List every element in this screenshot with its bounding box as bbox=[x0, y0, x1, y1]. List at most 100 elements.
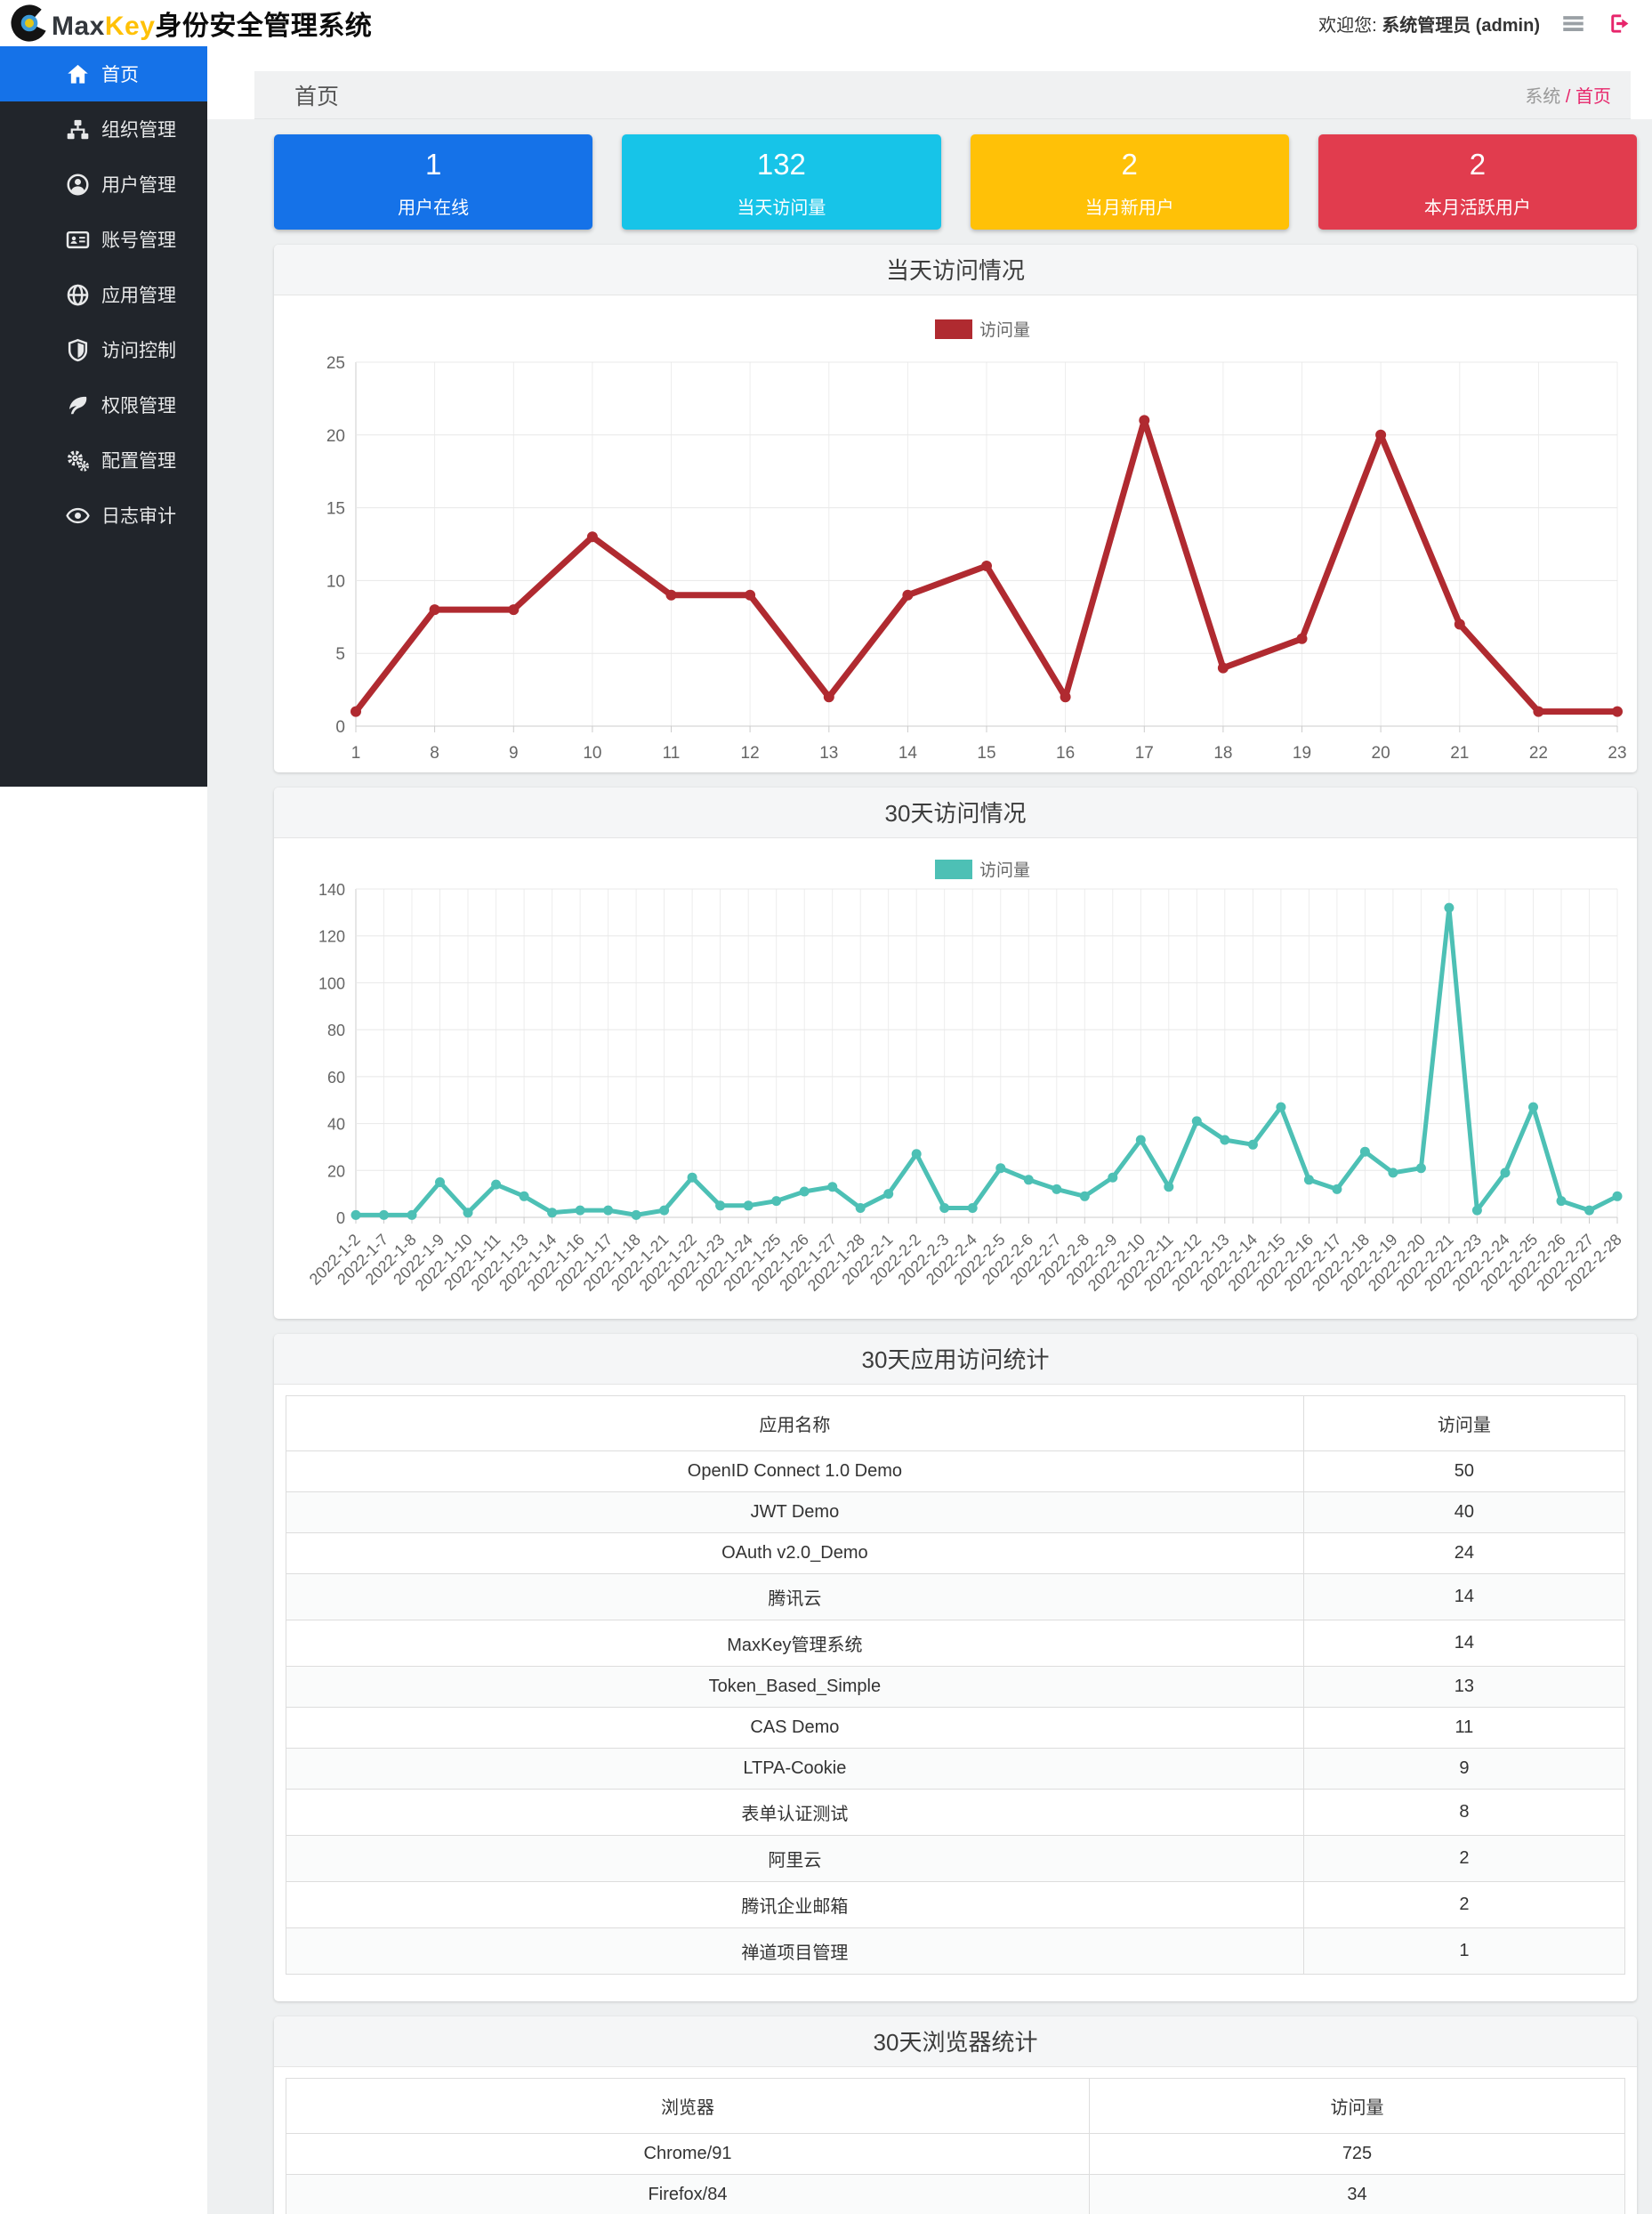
sidebar-item-config[interactable]: 配置管理 bbox=[0, 432, 207, 488]
svg-text:5: 5 bbox=[335, 645, 345, 664]
table-row: 禅道项目管理1 bbox=[286, 1928, 1625, 1975]
maxkey-logo-icon bbox=[11, 4, 48, 42]
svg-text:22: 22 bbox=[1529, 744, 1548, 763]
welcome-text: 欢迎您: 系统管理员 (admin) bbox=[1318, 11, 1540, 36]
logout-icon[interactable] bbox=[1606, 10, 1632, 36]
stat-label: 当天访问量 bbox=[622, 193, 940, 219]
sidebar-item-org[interactable]: 组织管理 bbox=[0, 101, 207, 157]
stat-label: 当月新用户 bbox=[971, 193, 1289, 219]
sidebar-item-home[interactable]: 首页 bbox=[0, 46, 207, 101]
daily-visits-chart: 0510152025189101112131415161718192021222… bbox=[274, 295, 1637, 772]
sidebar-item-label: 首页 bbox=[101, 61, 139, 87]
sidebar: 首页组织管理用户管理账号管理应用管理访问控制权限管理配置管理日志审计 bbox=[0, 46, 207, 787]
breadcrumb-current: 首页 bbox=[1575, 87, 1611, 107]
table-cell: 1 bbox=[1303, 1928, 1624, 1975]
chart-legend: 访问量 bbox=[935, 319, 1030, 340]
sidebar-item-accounts[interactable]: 账号管理 bbox=[0, 212, 207, 267]
app-visits-table: 应用名称访问量 OpenID Connect 1.0 Demo50JWT Dem… bbox=[286, 1395, 1625, 1975]
page-title: 首页 bbox=[294, 79, 339, 111]
breadcrumb: 系统 / 首页 bbox=[1525, 82, 1611, 108]
sidebar-item-permissions[interactable]: 权限管理 bbox=[0, 377, 207, 432]
app-visits-title: 30天应用访问统计 bbox=[274, 1334, 1637, 1385]
table-cell: Firefox/84 bbox=[286, 2175, 1090, 2214]
sidebar-item-audit[interactable]: 日志审计 bbox=[0, 488, 207, 543]
svg-text:13: 13 bbox=[819, 744, 838, 763]
table-cell: 禅道项目管理 bbox=[286, 1928, 1304, 1975]
table-header-row: 应用名称访问量 bbox=[286, 1396, 1625, 1451]
sidebar-item-label: 用户管理 bbox=[101, 171, 176, 198]
svg-text:0: 0 bbox=[335, 718, 345, 737]
table-row: Token_Based_Simple13 bbox=[286, 1667, 1625, 1708]
sitemap-icon bbox=[66, 117, 90, 141]
top-header: MaxKey身份安全管理系统 欢迎您: 系统管理员 (admin) bbox=[0, 0, 1652, 46]
stat-card-new-users-month: 2 当月新用户 bbox=[971, 134, 1289, 230]
svg-text:10: 10 bbox=[326, 572, 345, 591]
sidebar-item-label: 日志审计 bbox=[101, 502, 176, 529]
sidebar-item-users[interactable]: 用户管理 bbox=[0, 157, 207, 212]
table-row: LTPA-Cookie9 bbox=[286, 1749, 1625, 1790]
svg-text:19: 19 bbox=[1293, 744, 1311, 763]
browser-stats-title: 30天浏览器统计 bbox=[274, 2016, 1637, 2067]
svg-text:16: 16 bbox=[1056, 744, 1075, 763]
daily-visits-title: 当天访问情况 bbox=[274, 245, 1637, 295]
table-row: OpenID Connect 1.0 Demo50 bbox=[286, 1451, 1625, 1492]
app-visits-card: 30天应用访问统计 应用名称访问量 OpenID Connect 1.0 Dem… bbox=[274, 1334, 1637, 2001]
chart-legend: 访问量 bbox=[935, 860, 1030, 880]
svg-text:20: 20 bbox=[1372, 744, 1390, 763]
svg-text:80: 80 bbox=[327, 1022, 345, 1039]
user-circle-icon bbox=[66, 173, 90, 197]
svg-text:1: 1 bbox=[351, 744, 361, 763]
breadcrumb-root[interactable]: 系统 bbox=[1525, 87, 1560, 107]
sidebar-item-apps[interactable]: 应用管理 bbox=[0, 267, 207, 322]
column-header: 浏览器 bbox=[286, 2079, 1090, 2134]
svg-text:11: 11 bbox=[663, 744, 681, 763]
table-cell: 34 bbox=[1090, 2175, 1625, 2214]
page-header-bar: 首页 系统 / 首页 bbox=[254, 71, 1631, 119]
svg-text:40: 40 bbox=[327, 1116, 345, 1134]
table-cell: Chrome/91 bbox=[286, 2134, 1090, 2175]
table-row: 表单认证测试8 bbox=[286, 1790, 1625, 1836]
leaf-icon bbox=[66, 393, 90, 417]
browser-stats-card: 30天浏览器统计 浏览器访问量 Chrome/91725Firefox/8434… bbox=[274, 2016, 1637, 2214]
svg-text:60: 60 bbox=[327, 1069, 345, 1087]
table-cell: 2 bbox=[1303, 1882, 1624, 1928]
svg-text:20: 20 bbox=[326, 427, 345, 446]
stat-value: 1 bbox=[274, 148, 592, 182]
svg-text:18: 18 bbox=[1213, 744, 1232, 763]
svg-text:20: 20 bbox=[327, 1162, 345, 1180]
table-cell: 2 bbox=[1303, 1836, 1624, 1882]
svg-text:120: 120 bbox=[318, 928, 345, 946]
daily-visits-card: 当天访问情况 051015202518910111213141516171819… bbox=[274, 245, 1637, 772]
current-username: 系统管理员 (admin) bbox=[1382, 16, 1540, 36]
stat-value: 2 bbox=[1318, 148, 1637, 182]
svg-text:访问量: 访问量 bbox=[979, 861, 1030, 880]
monthly-visits-title: 30天访问情况 bbox=[274, 788, 1637, 838]
table-row: 腾讯企业邮箱2 bbox=[286, 1882, 1625, 1928]
monthly-visits-card: 30天访问情况 0204060801001201402022-1-22022-1… bbox=[274, 788, 1637, 1319]
svg-text:140: 140 bbox=[318, 881, 345, 899]
table-cell: CAS Demo bbox=[286, 1708, 1304, 1749]
svg-text:9: 9 bbox=[509, 744, 519, 763]
svg-text:23: 23 bbox=[1608, 744, 1626, 763]
sidebar-item-label: 应用管理 bbox=[101, 281, 176, 308]
id-card-icon bbox=[66, 228, 90, 252]
table-cell: 50 bbox=[1303, 1451, 1624, 1492]
table-cell: 腾讯云 bbox=[286, 1574, 1304, 1620]
table-cell: 14 bbox=[1303, 1620, 1624, 1667]
table-cell: OAuth v2.0_Demo bbox=[286, 1533, 1304, 1574]
table-row: Firefox/8434 bbox=[286, 2175, 1625, 2214]
table-row: 阿里云2 bbox=[286, 1836, 1625, 1882]
stat-value: 2 bbox=[971, 148, 1289, 182]
stat-cards-row: 1用户在线132当天访问量2当月新用户2本月活跃用户 bbox=[274, 134, 1637, 230]
table-cell: JWT Demo bbox=[286, 1492, 1304, 1533]
svg-text:15: 15 bbox=[326, 500, 345, 519]
menu-icon[interactable] bbox=[1559, 10, 1586, 36]
main-content: 首页 系统 / 首页 1用户在线132当天访问量2当月新用户2本月活跃用户 当天… bbox=[207, 46, 1652, 2214]
sidebar-item-access-control[interactable]: 访问控制 bbox=[0, 322, 207, 377]
table-cell: 11 bbox=[1303, 1708, 1624, 1749]
sidebar-item-label: 权限管理 bbox=[101, 392, 176, 418]
table-cell: OpenID Connect 1.0 Demo bbox=[286, 1451, 1304, 1492]
table-cell: 40 bbox=[1303, 1492, 1624, 1533]
svg-text:12: 12 bbox=[741, 744, 760, 763]
table-row: JWT Demo40 bbox=[286, 1492, 1625, 1533]
